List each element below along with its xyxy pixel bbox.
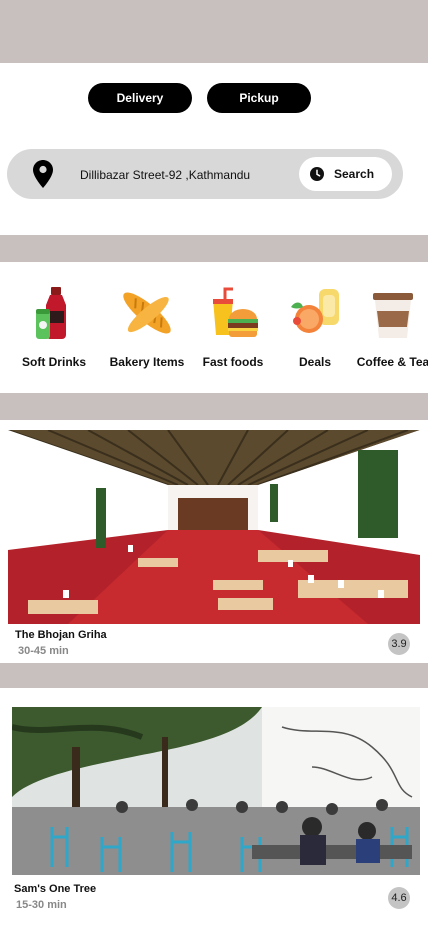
restaurant-image[interactable] <box>12 707 420 875</box>
category-coffee-tea[interactable]: Coffee & Tea <box>351 285 428 369</box>
category-deals[interactable]: Deals <box>270 285 360 369</box>
top-header-band <box>0 0 428 63</box>
delivery-button[interactable]: Delivery <box>88 83 192 113</box>
bread-icon <box>123 292 171 334</box>
restaurant-name[interactable]: Sam's One Tree <box>14 883 96 895</box>
section-divider <box>0 663 428 688</box>
delivery-address: Dillibazar Street-92 ,Kathmandu <box>80 168 251 182</box>
rating-badge: 4.6 <box>388 887 410 909</box>
category-label: Bakery Items <box>109 355 185 369</box>
category-label: Soft Drinks <box>21 355 86 369</box>
burger-fries-icon <box>213 287 258 337</box>
pickup-button[interactable]: Pickup <box>207 83 311 113</box>
deals-icon <box>291 289 339 333</box>
category-label: Coffee & Tea <box>356 355 428 369</box>
category-label: Deals <box>298 355 332 369</box>
clock-icon <box>310 167 324 181</box>
search-label: Search <box>334 167 375 181</box>
delivery-time: 30-45 min <box>18 645 69 657</box>
rating-badge: 3.9 <box>388 633 410 655</box>
restaurant-name[interactable]: The Bhojan Griha <box>15 629 107 641</box>
restaurant-interior-photo <box>8 430 420 624</box>
category-fast-foods[interactable]: Fast foods <box>188 285 278 369</box>
category-bakery-items[interactable]: Bakery Items <box>102 285 192 369</box>
soft-drinks-icon <box>36 287 66 339</box>
search-button[interactable]: Search <box>299 157 392 191</box>
coffee-cup-icon <box>373 293 413 338</box>
delivery-time: 15-30 min <box>16 899 67 911</box>
restaurant-outdoor-photo <box>12 707 420 875</box>
section-divider <box>0 235 428 262</box>
category-soft-drinks[interactable]: Soft Drinks <box>9 285 99 369</box>
location-search-bar[interactable]: Dillibazar Street-92 ,Kathmandu Search <box>7 149 403 199</box>
location-pin-icon <box>33 160 53 188</box>
section-divider <box>0 393 428 420</box>
category-label: Fast foods <box>202 355 264 369</box>
restaurant-image[interactable] <box>8 430 420 624</box>
